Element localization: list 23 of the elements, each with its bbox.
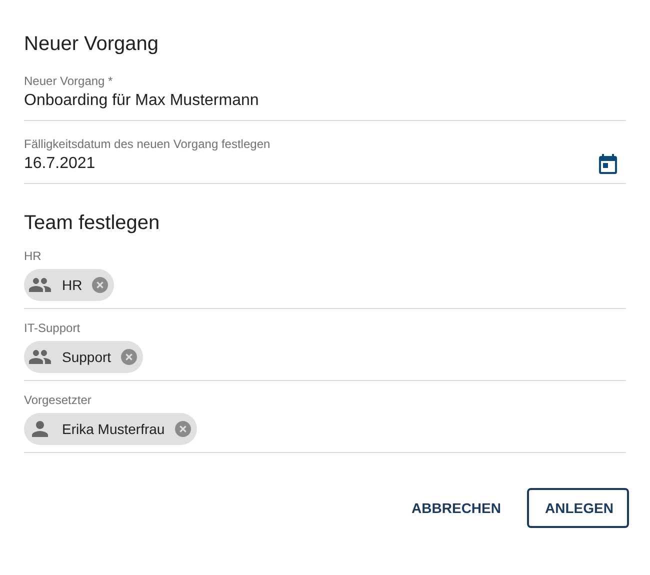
input-field[interactable]: Neuer Vorgang * Onboarding für Max Mustermann xyxy=(24,74,626,121)
calendar-icon[interactable] xyxy=(596,152,620,176)
chip[interactable]: Erika Musterfrau xyxy=(24,413,197,445)
chip-field[interactable]: IT-Support Support xyxy=(24,321,626,381)
chip[interactable]: Support xyxy=(24,341,144,373)
field-label: HR xyxy=(24,249,42,263)
field-label: Neuer Vorgang * xyxy=(24,74,114,88)
chip[interactable]: HR xyxy=(24,269,114,301)
field-label: IT-Support xyxy=(24,321,82,335)
chip-field[interactable]: HR HR xyxy=(24,249,626,309)
chip-field[interactable]: Vorgesetzter Erika Musterfrau xyxy=(24,393,626,453)
section-title: Team festlegen xyxy=(24,211,161,236)
field-value: Onboarding für Max Mustermann xyxy=(24,92,259,110)
remove-icon[interactable] xyxy=(92,277,108,293)
cancel-button[interactable]: ABBRECHEN xyxy=(394,488,519,528)
field-label: Vorgesetzter xyxy=(24,393,92,407)
field-label: Fälligkeitsdatum des neuen Vorgang festlegen xyxy=(24,137,272,151)
date-field[interactable]: Fälligkeitsdatum des neuen Vorgang festlegen 16.7.2021 xyxy=(24,137,626,184)
remove-icon[interactable] xyxy=(121,349,138,365)
field-value: 16.7.2021 xyxy=(24,155,96,173)
create-button[interactable]: ANLEGEN xyxy=(527,488,629,528)
dialog-title: Neuer Vorgang xyxy=(24,32,160,57)
remove-icon[interactable] xyxy=(174,421,191,437)
